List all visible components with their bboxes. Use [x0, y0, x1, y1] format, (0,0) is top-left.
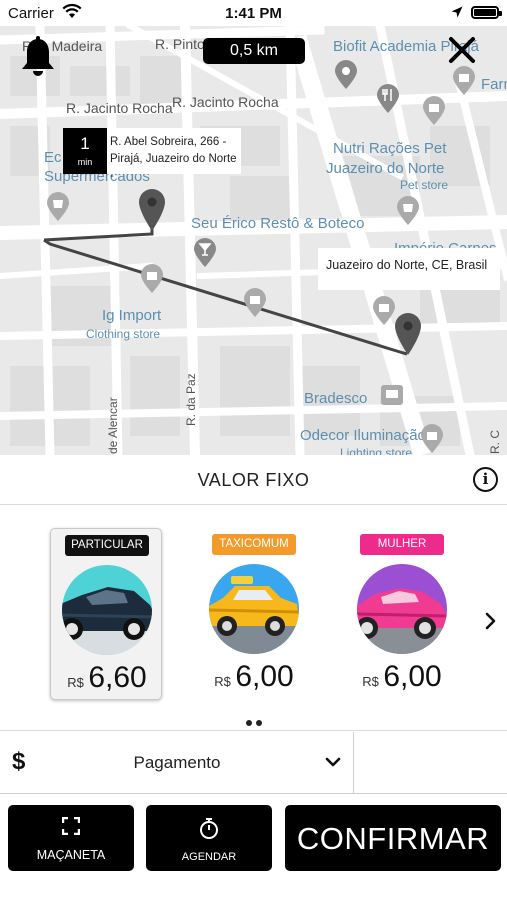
shop-marker-icon[interactable]: [422, 96, 446, 126]
map-label: Nutri Rações Pet: [333, 140, 447, 157]
restaurant-marker-icon[interactable]: [376, 84, 400, 114]
battery-icon: [471, 6, 502, 19]
clock: 1:41 PM: [225, 5, 282, 22]
category-price: R$ 6,60: [51, 661, 163, 695]
currency: R$: [67, 675, 84, 690]
category-price: R$ 6,00: [346, 660, 458, 694]
stopwatch-icon: [146, 817, 272, 844]
map-label: R. da Paz: [184, 373, 198, 426]
payment-row: $ Pagamento: [0, 732, 507, 794]
shop-marker-icon[interactable]: [372, 296, 396, 326]
poi-marker-icon[interactable]: [334, 60, 358, 90]
category-tag: TAXICOMUM: [212, 534, 296, 555]
bar-marker-icon[interactable]: [193, 238, 217, 268]
destination-address: Juazeiro do Norte, CE, Brasil: [318, 248, 500, 290]
confirm-label: CONFIRMAR: [296, 821, 490, 856]
carousel-pager[interactable]: [0, 713, 507, 731]
origin-address: R. Abel Sobreira, 266 - Pirajá, Juazeiro…: [107, 128, 241, 182]
fare-header: VALOR FIXO: [0, 455, 507, 505]
shop-marker-icon[interactable]: [46, 192, 70, 222]
pink-car-icon: [357, 564, 447, 654]
category-carousel[interactable]: PARTICULAR R$ 6,60 TAXICOMUM R$ 6,00 MUL…: [0, 506, 507, 731]
location-arrow-icon: [451, 5, 463, 23]
bank-marker-icon[interactable]: [380, 380, 404, 410]
payment-select[interactable]: $ Pagamento: [0, 732, 354, 794]
map-label: Bradesco: [304, 390, 368, 407]
chevron-down-icon: [325, 757, 341, 767]
eta-unit: min: [77, 157, 93, 167]
pager-dot[interactable]: [245, 720, 252, 726]
shop-marker-icon[interactable]: [396, 196, 420, 226]
fare-title: VALOR FIXO: [197, 470, 310, 490]
map-label: Pet store: [400, 178, 449, 192]
eta-badge: 1 min: [63, 128, 107, 174]
shop-marker-icon[interactable]: [140, 264, 164, 294]
map-label: Ec: [44, 149, 62, 166]
price-value: 6,00: [383, 660, 442, 693]
agendar-button[interactable]: AGENDAR: [146, 805, 272, 871]
map-label: R. C: [488, 430, 502, 454]
map-label: Farm: [481, 76, 507, 93]
shop-marker-icon[interactable]: [243, 288, 267, 318]
category-card-taxicomum[interactable]: TAXICOMUM R$ 6,00: [198, 528, 310, 700]
pager-dot[interactable]: [255, 720, 262, 726]
taxi-car-icon: [209, 564, 299, 654]
info-icon[interactable]: i: [473, 467, 498, 492]
shop-marker-icon[interactable]: [452, 66, 476, 96]
map-label: Lighting store: [340, 446, 413, 455]
payment-extra-field[interactable]: [355, 732, 507, 794]
map-label: R. Jacinto Rocha: [66, 100, 173, 116]
map-label: Ig Import: [102, 307, 162, 324]
bell-icon[interactable]: [20, 36, 56, 78]
currency: R$: [214, 674, 231, 689]
category-card-mulher[interactable]: MULHER R$ 6,00: [346, 528, 458, 700]
macaneta-label: MAÇANETA: [36, 848, 106, 862]
confirm-button[interactable]: CONFIRMAR: [285, 805, 501, 871]
distance-pill: 0,5 km: [203, 38, 305, 64]
eta-value: 1: [80, 134, 90, 153]
map-label: de Alencar: [106, 397, 120, 454]
category-tag: MULHER: [360, 534, 444, 555]
close-icon[interactable]: [446, 34, 478, 66]
agendar-label: AGENDAR: [181, 851, 237, 863]
map-label: Seu Érico Restô & Boteco: [191, 215, 365, 232]
chevron-right-icon[interactable]: [482, 612, 500, 630]
map-label: Clothing store: [86, 327, 161, 341]
action-bar: MAÇANETA AGENDAR CONFIRMAR: [0, 795, 507, 900]
expand-icon: [8, 816, 134, 840]
map-label: Odecor Iluminação: [300, 427, 426, 444]
map-label: Juazeiro do Norte: [326, 160, 445, 177]
category-card-particular[interactable]: PARTICULAR R$ 6,60: [50, 528, 162, 700]
category-tag: PARTICULAR: [65, 535, 149, 556]
car-dark-icon: [62, 565, 152, 655]
macaneta-button[interactable]: MAÇANETA: [8, 805, 134, 871]
shop-marker-icon[interactable]: [420, 424, 444, 454]
price-value: 6,00: [235, 660, 294, 693]
destination-pin-icon[interactable]: [394, 312, 422, 356]
currency: R$: [362, 674, 379, 689]
status-bar: Carrier 1:41 PM: [0, 0, 507, 26]
price-value: 6,60: [88, 661, 147, 694]
payment-label: Pagamento: [133, 753, 221, 772]
category-price: R$ 6,00: [198, 660, 310, 694]
map-view[interactable]: Rua Madeira R. Pinto M R. Jacinto Rocha …: [0, 26, 507, 455]
origin-pin-icon[interactable]: [138, 188, 166, 232]
map-label: R. Jacinto Rocha: [172, 94, 279, 110]
